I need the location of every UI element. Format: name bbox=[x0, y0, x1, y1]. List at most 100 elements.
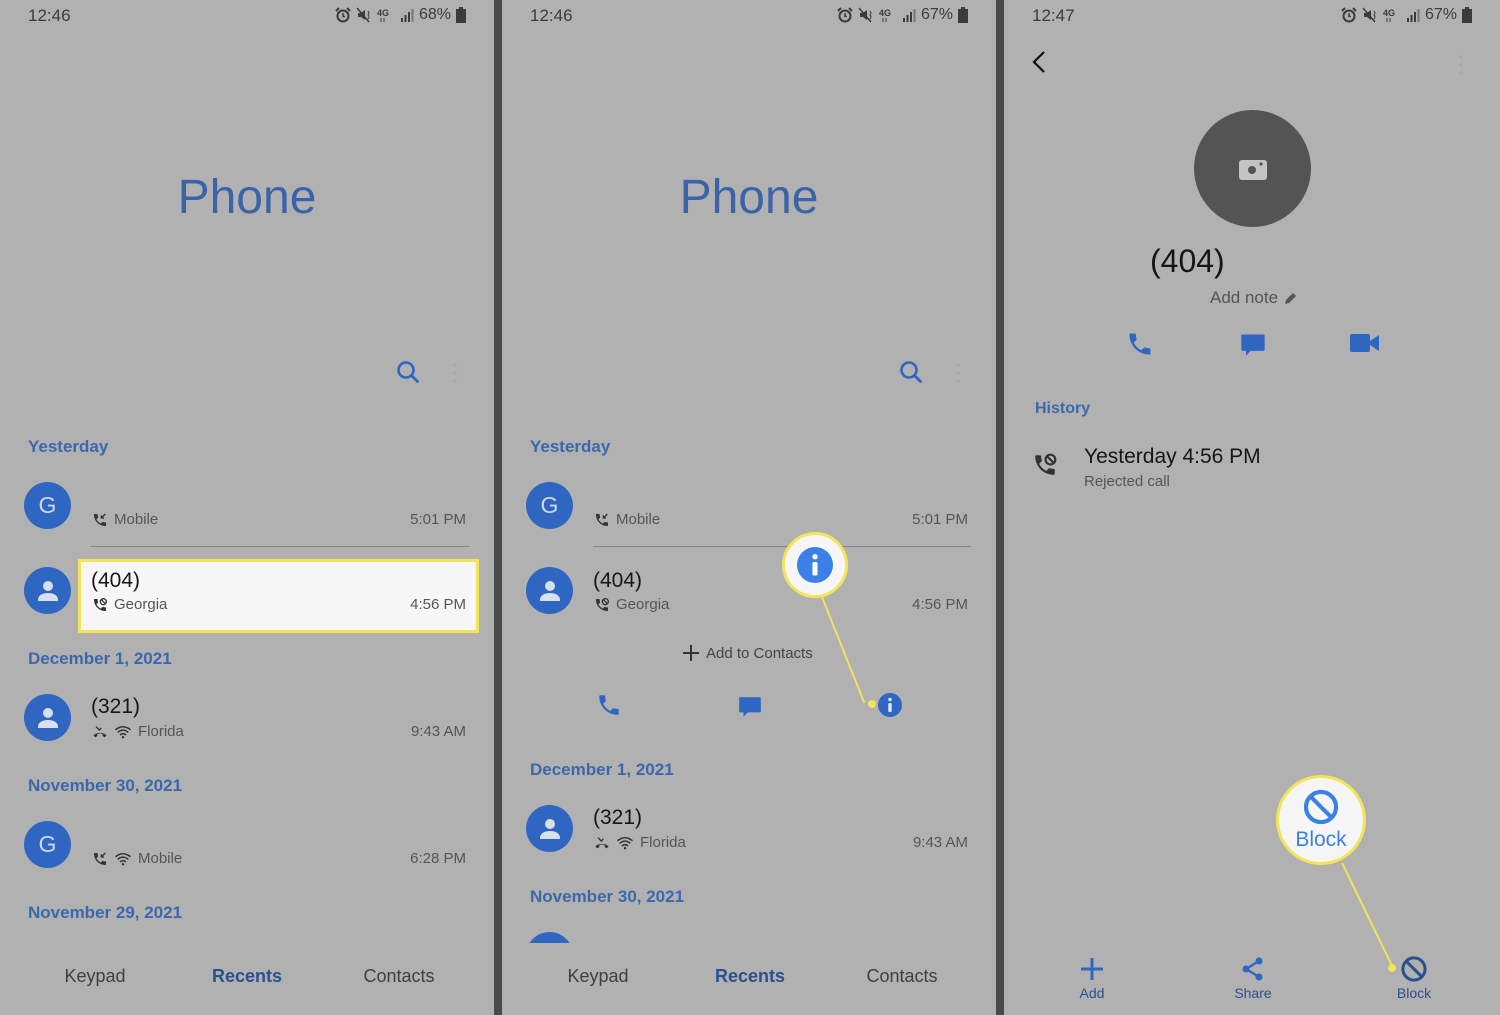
add-to-contacts-button[interactable]: Add to Contacts bbox=[682, 644, 813, 662]
phone-icon bbox=[1129, 333, 1151, 355]
app-title: Phone bbox=[679, 171, 819, 224]
status-time: 12:46 bbox=[28, 6, 71, 25]
alarm-icon bbox=[1341, 7, 1357, 23]
mute-icon bbox=[858, 7, 872, 23]
pencil-icon bbox=[1285, 293, 1297, 304]
call-time: 5:01 PM bbox=[912, 511, 968, 528]
avatar bbox=[24, 694, 71, 741]
call-time: 6:28 PM bbox=[410, 850, 466, 867]
contact-name: (404) bbox=[1150, 243, 1225, 279]
section-header: December 1, 2021 bbox=[28, 649, 172, 668]
signal-icon bbox=[400, 9, 414, 22]
share-button[interactable]: Share bbox=[1203, 955, 1303, 1001]
plus-icon bbox=[683, 645, 699, 661]
call-log-item[interactable]: (321) Florida 9:43 AM bbox=[502, 801, 996, 861]
call-button[interactable] bbox=[1126, 330, 1154, 363]
details-button[interactable] bbox=[878, 693, 902, 722]
tab-recents[interactable]: Recents bbox=[172, 966, 322, 987]
battery-icon bbox=[958, 7, 968, 23]
call-log-item[interactable]: G Mobile 6:28 PM bbox=[0, 817, 494, 877]
avatar: G bbox=[526, 482, 573, 529]
wifi-call-icon bbox=[617, 836, 633, 849]
call-name: (404) bbox=[593, 569, 643, 592]
call-log-item[interactable]: (321) Florida 9:43 AM bbox=[0, 690, 494, 750]
call-time: 4:56 PM bbox=[410, 596, 466, 613]
call-log-item-selected[interactable]: (404) Georgia 4:56 PM bbox=[0, 562, 494, 630]
add-button[interactable]: Add bbox=[1042, 955, 1142, 1001]
info-icon bbox=[797, 547, 833, 583]
block-callout: Block bbox=[1276, 775, 1366, 865]
call-sub: Georgia bbox=[594, 596, 669, 613]
search-icon bbox=[397, 361, 419, 383]
incoming-call-icon bbox=[94, 513, 106, 526]
tab-contacts[interactable]: Contacts bbox=[827, 966, 977, 987]
section-header: December 1, 2021 bbox=[530, 760, 674, 779]
status-time: 12:47 bbox=[1032, 6, 1075, 25]
history-entry-time[interactable]: Yesterday 4:56 PM bbox=[1084, 445, 1261, 469]
call-log-item-expanded[interactable]: (404) Georgia 4:56 PM Add to Contacts bbox=[502, 562, 996, 727]
block-button[interactable]: Block bbox=[1364, 955, 1464, 1001]
alarm-icon bbox=[335, 7, 351, 23]
more-options-button[interactable] bbox=[953, 360, 963, 386]
more-options-button[interactable] bbox=[1456, 52, 1466, 83]
call-name: (404) bbox=[91, 569, 141, 592]
person-icon bbox=[37, 707, 58, 728]
callout-line bbox=[1341, 862, 1394, 968]
search-button[interactable] bbox=[394, 358, 422, 386]
signal-icon bbox=[902, 9, 916, 22]
person-icon bbox=[539, 580, 560, 601]
alarm-icon bbox=[837, 7, 853, 23]
video-call-button[interactable] bbox=[1350, 333, 1380, 358]
incoming-call-icon bbox=[596, 513, 608, 526]
avatar bbox=[526, 567, 573, 614]
tab-contacts[interactable]: Contacts bbox=[324, 966, 474, 987]
rejected-call-icon bbox=[1035, 453, 1057, 475]
avatar: G bbox=[24, 821, 71, 868]
battery-icon bbox=[1462, 7, 1472, 23]
search-icon bbox=[900, 361, 922, 383]
battery-icon bbox=[456, 7, 466, 23]
call-log-item[interactable]: G Mobile 5:01 PM bbox=[502, 478, 996, 538]
call-sub: Florida bbox=[594, 834, 686, 851]
message-icon bbox=[1241, 334, 1265, 356]
section-header: Yesterday bbox=[28, 437, 109, 456]
status-icons: 4G 67% bbox=[837, 6, 968, 24]
rejected-call-icon bbox=[94, 597, 107, 611]
battery-percent: 67% bbox=[1424, 6, 1457, 23]
back-button[interactable] bbox=[1030, 50, 1048, 79]
call-name: (321) bbox=[91, 695, 141, 718]
call-button[interactable] bbox=[596, 692, 622, 723]
mute-icon bbox=[1362, 7, 1376, 23]
rejected-call-icon bbox=[596, 597, 609, 611]
call-sub: Georgia bbox=[92, 596, 167, 613]
avatar: G bbox=[24, 482, 71, 529]
avatar bbox=[24, 567, 71, 614]
section-header: November 30, 2021 bbox=[530, 887, 685, 906]
more-options-button[interactable] bbox=[450, 360, 460, 386]
person-icon bbox=[37, 580, 58, 601]
recents-screen-2: 12:46 4G 67% Phone Yesterday G Mobile 5:… bbox=[502, 0, 996, 1015]
battery-percent: 68% bbox=[418, 6, 451, 23]
call-name: (321) bbox=[593, 806, 643, 829]
call-time: 9:43 AM bbox=[410, 723, 466, 740]
call-log-item[interactable]: G Mobile 5:01 PM bbox=[0, 478, 494, 538]
call-time: 5:01 PM bbox=[410, 511, 466, 528]
contact-photo-button[interactable] bbox=[1194, 110, 1311, 227]
mute-icon bbox=[356, 7, 370, 23]
call-time: 9:43 AM bbox=[912, 834, 968, 851]
block-icon bbox=[1401, 956, 1427, 982]
tab-recents[interactable]: Recents bbox=[675, 966, 825, 987]
message-button[interactable] bbox=[737, 694, 763, 725]
call-sub: Mobile bbox=[594, 511, 660, 528]
search-button[interactable] bbox=[897, 358, 925, 386]
call-time: 4:56 PM bbox=[912, 596, 968, 613]
battery-percent: 67% bbox=[920, 6, 953, 23]
tab-keypad[interactable]: Keypad bbox=[523, 966, 673, 987]
tab-keypad[interactable]: Keypad bbox=[20, 966, 170, 987]
svg-text:4G: 4G bbox=[1383, 8, 1395, 18]
add-note-button[interactable]: Add note bbox=[1210, 288, 1298, 308]
block-icon bbox=[1303, 789, 1339, 825]
section-header: Yesterday bbox=[530, 437, 611, 456]
message-button[interactable] bbox=[1239, 331, 1267, 364]
incoming-call-icon bbox=[94, 852, 106, 865]
